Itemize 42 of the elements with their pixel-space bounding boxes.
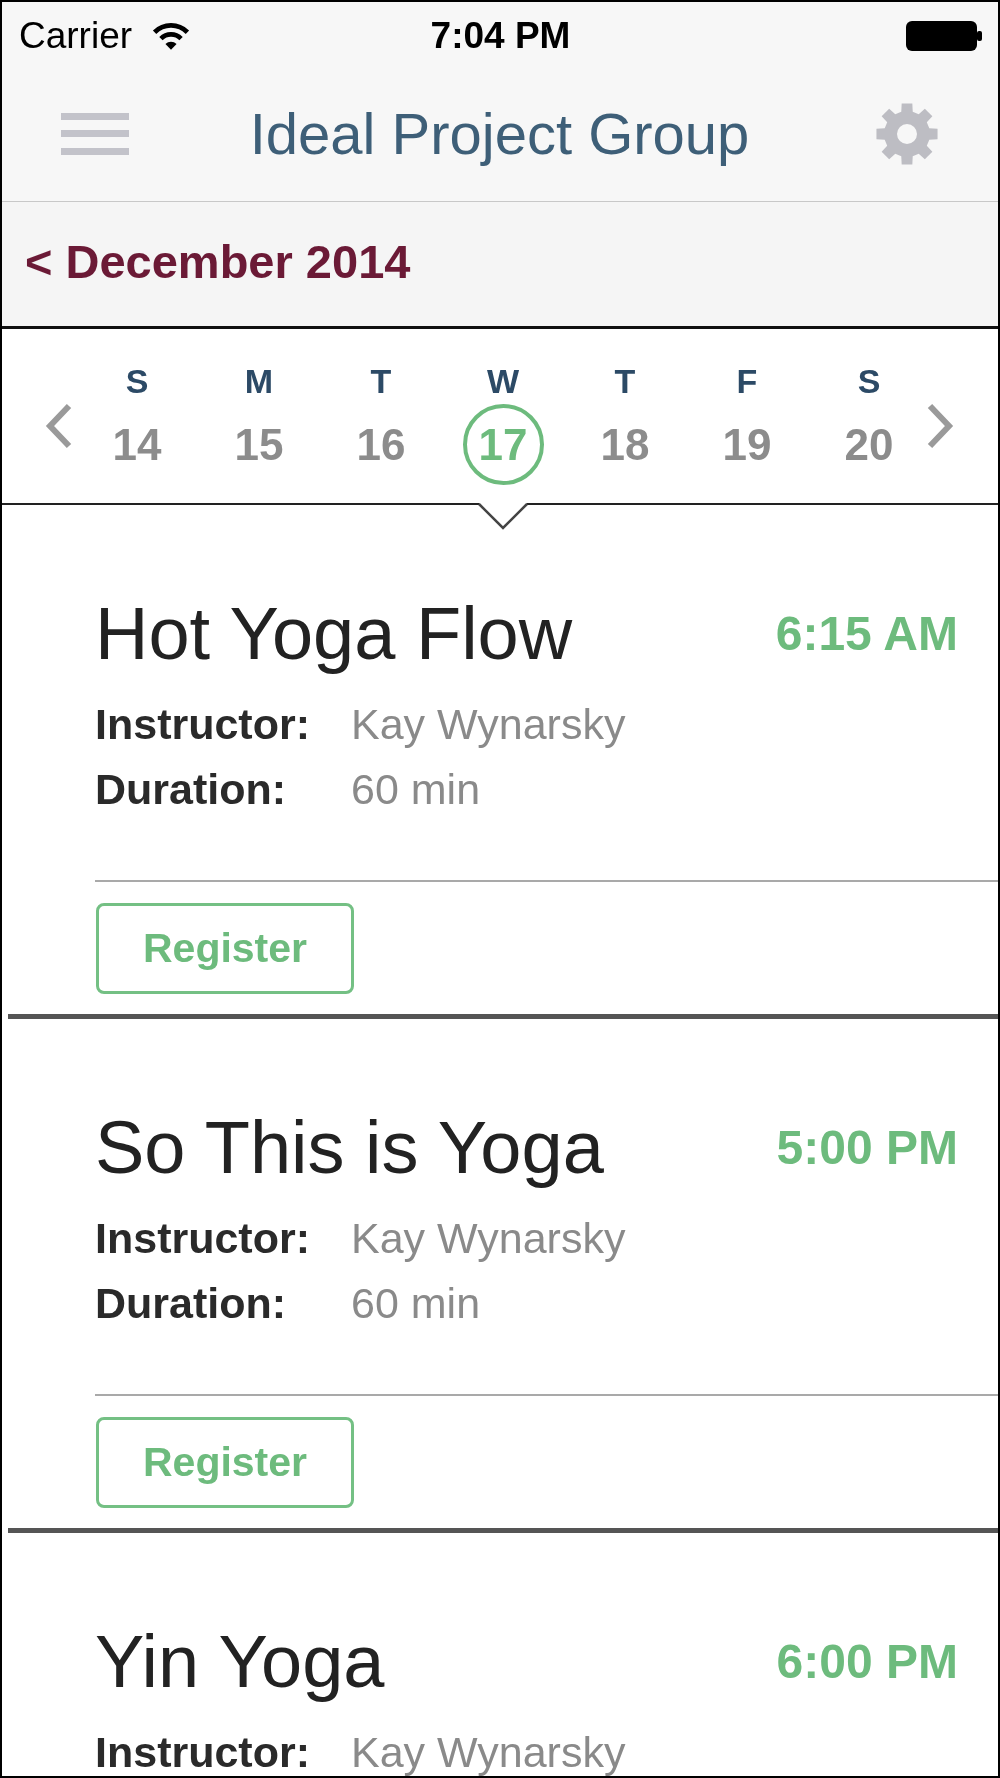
weekday-label: F (736, 361, 758, 401)
class-title: Yin Yoga (95, 1622, 385, 1702)
detail-value: Kay Wynarsky (351, 702, 626, 746)
date-button[interactable]: 18 (584, 404, 666, 485)
chevron-right-icon[interactable] (926, 403, 954, 449)
detail-value: 60 min (351, 767, 481, 811)
class-time: 6:15 AM (775, 606, 958, 662)
month-link[interactable]: < December 2014 (25, 234, 411, 290)
carrier-label: Carrier (19, 14, 133, 58)
weekday-label: T (614, 361, 636, 401)
detail-label: Duration: (95, 1281, 288, 1325)
detail-value: Kay Wynarsky (351, 1216, 626, 1260)
class-title: So This is Yoga (95, 1108, 604, 1188)
weekday-label: M (244, 361, 274, 401)
status-time: 7:04 PM (430, 14, 571, 58)
date-button[interactable]: 19 (706, 404, 788, 485)
class-time: 5:00 PM (776, 1120, 958, 1176)
class-title: Hot Yoga Flow (95, 594, 573, 674)
date-button[interactable]: 14 (96, 404, 178, 485)
register-button[interactable]: Register (96, 1417, 354, 1508)
wifi-icon (151, 21, 192, 51)
menu-icon[interactable] (61, 112, 129, 155)
settings-icon[interactable] (876, 102, 938, 165)
date-button[interactable]: 20 (828, 404, 910, 485)
register-button[interactable]: Register (96, 903, 354, 994)
battery-icon (906, 21, 982, 51)
app-title: Ideal Project Group (249, 99, 750, 168)
chevron-left-icon[interactable] (45, 403, 73, 449)
weekday-label: S (125, 361, 149, 401)
detail-label: Duration: (95, 767, 288, 811)
date-button[interactable]: 16 (340, 404, 422, 485)
class-time: 6:00 PM (776, 1634, 958, 1690)
detail-label: Instructor: (95, 1730, 311, 1774)
detail-value: Kay Wynarsky (351, 1730, 626, 1774)
detail-value: 60 min (351, 1281, 481, 1325)
weekday-label: W (486, 361, 520, 401)
detail-label: Instructor: (95, 1216, 311, 1260)
date-button[interactable]: 17 (462, 404, 544, 485)
weekday-label: S (857, 361, 881, 401)
weekday-label: T (370, 361, 392, 401)
detail-label: Instructor: (95, 702, 311, 746)
date-button[interactable]: 15 (218, 404, 300, 485)
